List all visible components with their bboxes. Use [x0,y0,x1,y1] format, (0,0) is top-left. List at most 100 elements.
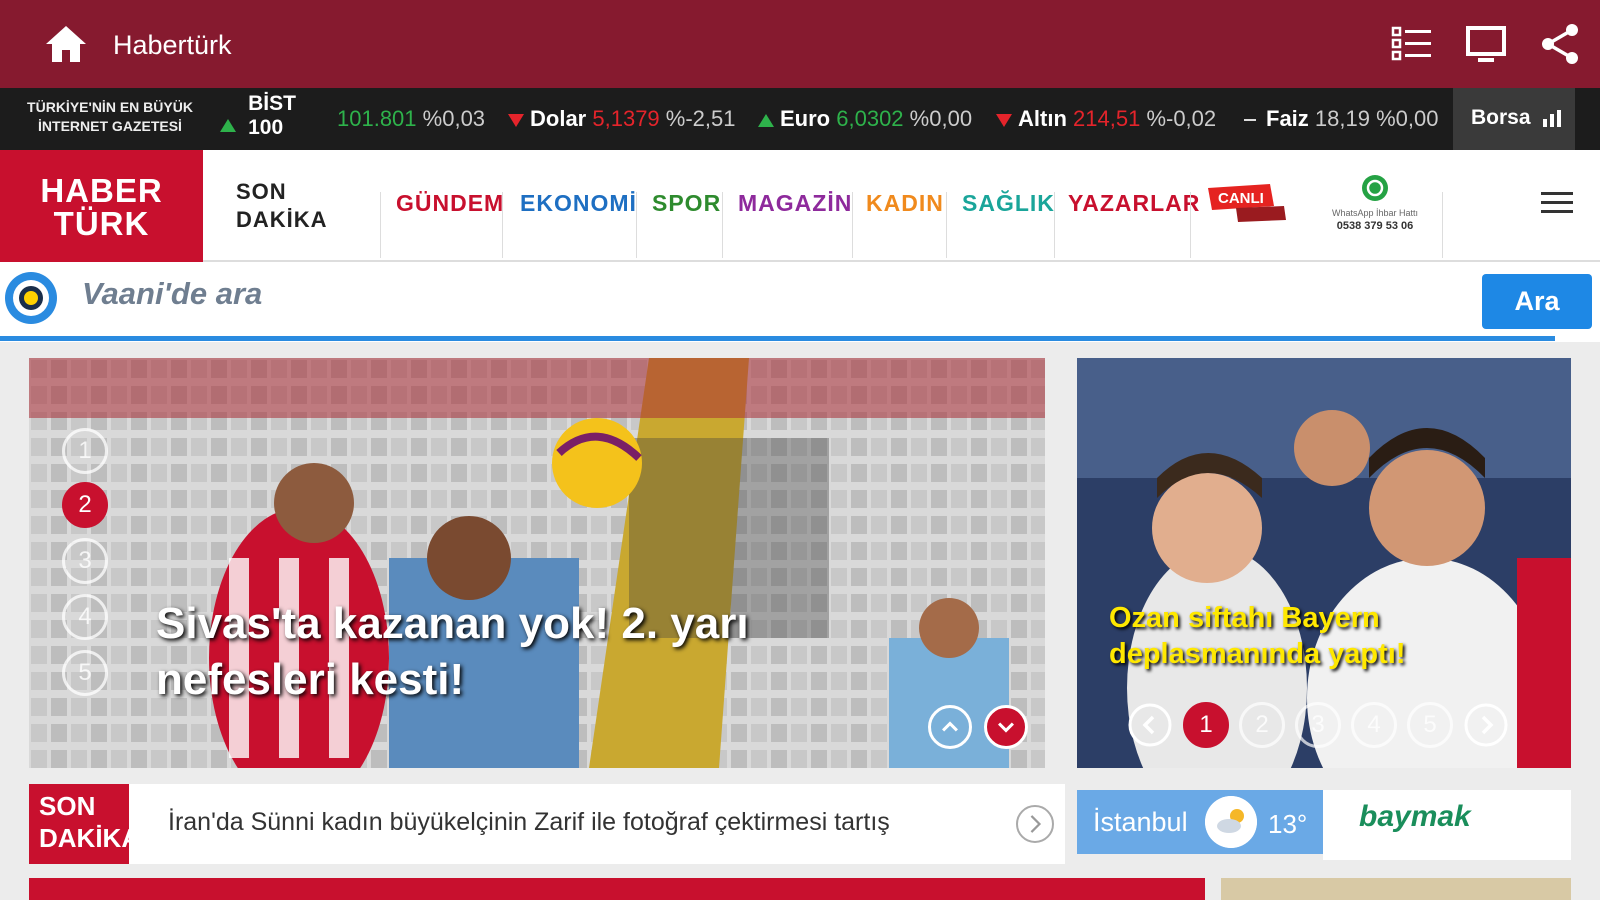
up-arrow-icon [758,113,774,127]
nav-saglik[interactable]: SAĞLIK [962,190,1055,217]
divider [380,192,381,258]
divider [1442,192,1443,258]
son-dakika-line-1: SON [236,179,287,204]
faiz-item[interactable]: Faiz 18,19 %0,00 [1244,106,1439,132]
chevron-left-icon[interactable] [1127,702,1173,748]
app-title: Habertürk [113,30,232,60]
euro-change: %0,00 [909,106,973,131]
canli-label: CANLI [1218,190,1264,207]
faiz-value: 18,19 [1314,106,1370,131]
euro-label: Euro [780,106,831,131]
canli-yayin-icon[interactable]: CANLI [1208,184,1288,222]
down-arrow-icon [996,113,1012,127]
euro-item[interactable]: Euro 6,0302 %0,00 [758,106,972,132]
logo-line-1: HABER [40,172,163,209]
vaani-eye-icon [5,272,57,324]
next-row-card[interactable] [29,878,1205,900]
nav-gundem[interactable]: GÜNDEM [396,190,504,217]
slide-dot-1[interactable]: 1 [62,428,108,474]
share-icon[interactable] [1538,22,1582,66]
bist-change: %0,03 [422,106,486,131]
son-dakika-line-2: DAKİKA [236,207,328,232]
bist-label: BİST 100 [248,92,296,139]
down-arrow-icon [508,113,524,127]
side-page-2[interactable]: 2 [1239,702,1285,748]
logo-line-2: TÜRK [53,205,150,242]
whatsapp-icon [1362,175,1388,201]
bist-values: 101.801 %0,03 [337,106,485,132]
divider [636,192,637,258]
partly-cloudy-icon [1205,796,1257,848]
son-dakika-link[interactable]: SON DAKİKA [236,178,328,234]
nav-spor[interactable]: SPOR [652,190,721,217]
dolar-item[interactable]: Dolar 5,1379 %-2,51 [508,106,736,132]
dolar-change: %-2,51 [665,106,736,131]
altin-change: %-0,02 [1146,106,1217,131]
slide-dot-2[interactable]: 2 [62,482,108,528]
dolar-label: Dolar [530,106,587,131]
divider [1054,192,1055,258]
search-button[interactable]: Ara [1482,274,1592,329]
slide-dot-5[interactable]: 5 [62,650,108,696]
faiz-change: %0,00 [1376,106,1439,131]
side-page-1[interactable]: 1 [1183,702,1229,748]
side-headline[interactable]: Ozan siftahı Bayern deplasmanında yaptı! [1109,600,1529,672]
home-icon[interactable] [44,22,88,66]
divider [852,192,853,258]
tag-line-2: DAKİKA [39,823,129,853]
whatsapp-number: 0538 379 53 06 [1336,220,1414,232]
faiz-label: Faiz [1266,106,1309,131]
search-input[interactable]: Vaani'de ara [82,276,262,312]
altin-label: Altın [1018,106,1067,131]
weather-city: İstanbul [1093,807,1188,837]
side-page-3[interactable]: 3 [1295,702,1341,748]
ad-brand: baymak [1359,800,1471,833]
hamburger-menu-icon[interactable] [1541,190,1573,216]
bist-value: 101.801 [337,106,417,131]
nav-ekonomi[interactable]: EKONOMİ [520,190,637,217]
neutral-dash-icon [1244,119,1256,122]
son-dakika-tag: SON DAKİKA [29,784,129,864]
altin-value: 214,51 [1073,106,1141,131]
slide-dot-3[interactable]: 3 [62,538,108,584]
hero-headline[interactable]: Sivas'ta kazanan yok! 2. yarı nefesleri … [156,596,896,708]
dolar-value: 5,1379 [592,106,660,131]
market-ticker: TÜRKİYE'NİN EN BÜYÜK İNTERNET GAZETESİ B… [0,88,1600,150]
chart-icon [1543,110,1562,128]
search-bar: Vaani'de ara Ara [0,262,1600,342]
divider [1190,192,1191,258]
hero-slider[interactable]: 1 2 3 4 5 Sivas'ta kazanan yok! 2. yarı … [29,358,1045,768]
chevron-right-icon[interactable] [1463,702,1509,748]
breaking-headline[interactable]: İran'da Sünni kadın büyükelçinin Zarif i… [168,808,1028,837]
search-underline [0,336,1555,341]
app-bar: Habertürk [0,0,1600,88]
divider [502,192,503,258]
weather-temp: 13° [1268,809,1308,839]
nav-yazarlar[interactable]: YAZARLAR [1068,190,1200,217]
next-row-card-side[interactable] [1221,878,1571,900]
whatsapp-hotline[interactable]: WhatsApp İhbar Hattı 0538 379 53 06 [1320,174,1430,232]
borsa-label: Borsa [1471,106,1531,129]
slide-dot-4[interactable]: 4 [62,594,108,640]
weather-widget[interactable]: İstanbul 13° [1077,790,1323,854]
side-page-5[interactable]: 5 [1407,702,1453,748]
next-arrow-icon[interactable] [1016,805,1054,843]
side-slider[interactable]: Ozan siftahı Bayern deplasmanında yaptı!… [1077,358,1571,768]
breaking-news-bar: SON DAKİKA İran'da Sünni kadın büyükelçi… [29,784,1065,864]
nav-kadin[interactable]: KADIN [866,190,944,217]
haberturk-logo[interactable]: HABER TÜRK [0,150,203,262]
altin-item[interactable]: Altın 214,51 %-0,02 [996,106,1216,132]
nav-magazin[interactable]: MAGAZİN [738,190,852,217]
chevron-up-icon[interactable] [928,705,972,749]
baymak-ad[interactable]: baymak [1323,790,1571,860]
chevron-down-icon[interactable] [984,705,1028,749]
borsa-button[interactable]: Borsa [1453,88,1575,150]
bist-item[interactable]: BİST 100 [220,92,300,140]
up-arrow-icon [220,118,236,132]
divider [722,192,723,258]
main-nav: HABER TÜRK SON DAKİKA GÜNDEM EKONOMİ SPO… [0,150,1600,262]
side-page-4[interactable]: 4 [1351,702,1397,748]
monitor-icon[interactable] [1464,22,1508,66]
list-icon[interactable] [1390,22,1434,66]
euro-value: 6,0302 [836,106,904,131]
